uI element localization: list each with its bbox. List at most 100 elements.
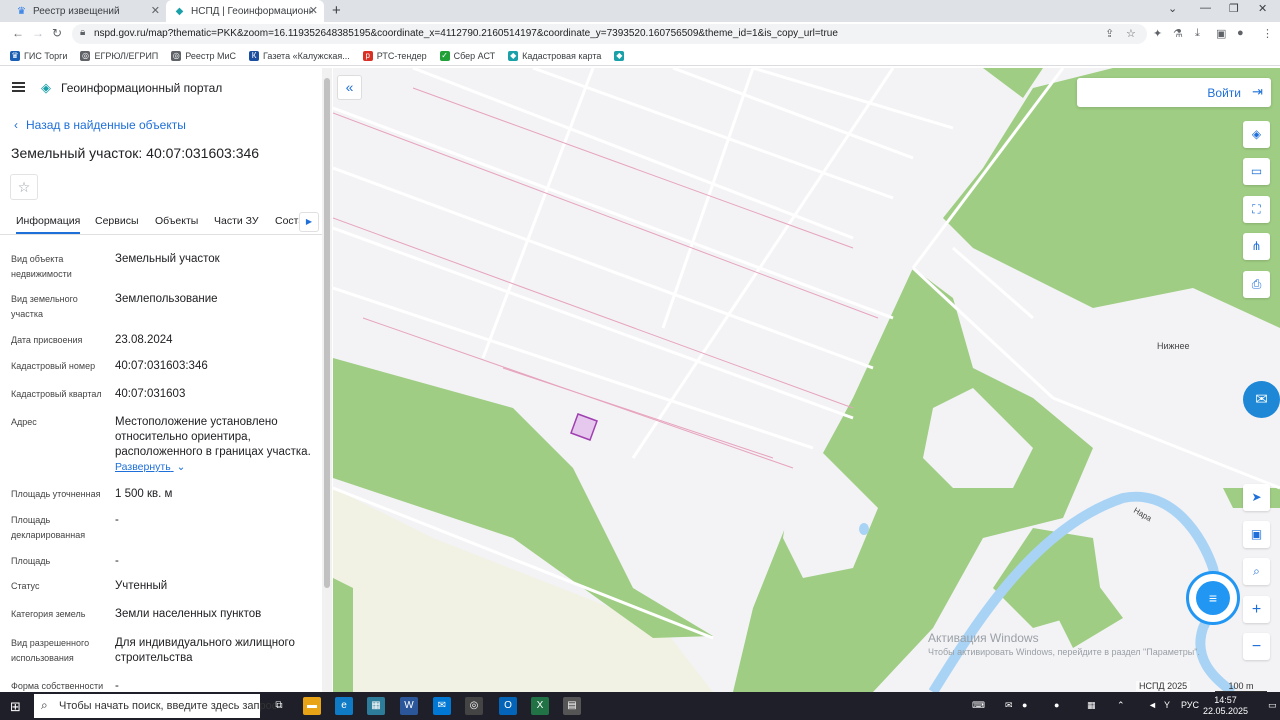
new-tab-icon[interactable]: + bbox=[332, 2, 341, 19]
bookmark-item[interactable]: ◎ ЕГРЮЛ/ЕГРИП bbox=[80, 50, 158, 61]
zoom-in-icon[interactable]: + bbox=[1243, 596, 1270, 623]
field-label: Категория земель bbox=[11, 609, 86, 619]
layers-icon[interactable]: ◈ bbox=[1243, 121, 1270, 148]
bookmark-star-icon[interactable]: ☆ bbox=[1126, 27, 1136, 40]
bookmark-label: РТС-тендер bbox=[376, 50, 427, 61]
edge-icon[interactable]: e bbox=[335, 697, 353, 715]
share-icon[interactable]: ⋔ bbox=[1243, 233, 1270, 260]
browser-tab-2[interactable]: ◆ НСПД | Геоинформационный п ✕ bbox=[166, 0, 324, 22]
clock-date: 22.05.2025 bbox=[1203, 706, 1249, 716]
address-bar[interactable]: 🔒︎ nspd.gov.ru/map?thematic=PKK&zoom=16.… bbox=[72, 24, 1147, 44]
outlook-icon[interactable]: O bbox=[499, 697, 517, 715]
back-link-label: Назад в найденные объекты bbox=[26, 118, 186, 132]
chat-button[interactable]: ≡ bbox=[1186, 571, 1240, 625]
word-icon[interactable]: W bbox=[400, 697, 418, 715]
chevron-left-icon: ‹ bbox=[14, 118, 18, 132]
download-icon[interactable]: ⤓ bbox=[1195, 27, 1200, 40]
village-label: Нижнее bbox=[1157, 341, 1190, 351]
login-button[interactable]: Войти ⇥ bbox=[1077, 78, 1271, 107]
expand-link[interactable]: Развернуть ⌄ bbox=[115, 460, 315, 475]
mail-tray-icon[interactable]: ✉ bbox=[1005, 700, 1013, 711]
bookmark-item[interactable]: ◆ bbox=[614, 50, 628, 61]
update-icon[interactable]: ● bbox=[1054, 700, 1059, 710]
profile-icon[interactable]: ● bbox=[1237, 27, 1244, 39]
chevron-up-icon[interactable]: ⌃ bbox=[1117, 700, 1125, 711]
close-window-icon[interactable]: ✕ bbox=[1258, 2, 1267, 15]
taskbar-search-placeholder: Чтобы начать поиск, введите здесь запрос bbox=[59, 700, 278, 712]
favorite-star-icon[interactable]: ☆ bbox=[10, 174, 38, 200]
tab-services[interactable]: Сервисы bbox=[95, 215, 139, 227]
globe-icon: ◎ bbox=[80, 50, 91, 61]
scrollbar-thumb[interactable] bbox=[324, 78, 330, 588]
taskbar-clock[interactable]: 14:57 22.05.2025 bbox=[1203, 695, 1248, 717]
collapse-panel-button[interactable]: « bbox=[337, 75, 362, 100]
bookmark-item[interactable]: ✓ Сбер АСТ bbox=[439, 50, 496, 61]
bookmark-label: Сбер АСТ bbox=[453, 50, 496, 61]
network-tray-icon[interactable]: ▦ bbox=[1087, 700, 1096, 711]
calculator-icon[interactable]: ▤ bbox=[563, 697, 581, 715]
keyboard-icon[interactable]: ⌨ bbox=[972, 700, 985, 711]
taskbar-search[interactable]: ⌕ Чтобы начать поиск, введите здесь запр… bbox=[34, 694, 277, 718]
share-icon[interactable]: ⇪ bbox=[1105, 27, 1114, 40]
bookmark-label: Реестр МиС bbox=[185, 50, 237, 61]
bookmark-item[interactable]: р РТС-тендер bbox=[362, 50, 427, 61]
side-panel-icon[interactable]: ▣ bbox=[1216, 27, 1226, 40]
map-canvas[interactable]: Нижнее Нара bbox=[333, 68, 1280, 692]
menu-dots-icon[interactable]: ⋮ bbox=[1262, 27, 1273, 40]
search-icon: ⌕ bbox=[41, 698, 48, 712]
yandex-icon[interactable]: Y bbox=[1164, 700, 1170, 710]
close-icon[interactable]: ✕ bbox=[309, 4, 318, 17]
file-explorer-icon[interactable]: ▬ bbox=[303, 697, 321, 715]
panel-scrollbar[interactable] bbox=[322, 68, 332, 692]
puzzle-icon[interactable]: ✦ bbox=[1153, 27, 1162, 40]
bookmark-item[interactable]: К Газета «Калужская... bbox=[249, 50, 350, 61]
security-icon[interactable]: ● bbox=[1022, 700, 1027, 710]
forward-arrow-icon[interactable]: → bbox=[32, 26, 44, 40]
mail-icon[interactable]: ✉ bbox=[433, 697, 451, 715]
address-value: Местоположение установлено относительно … bbox=[115, 416, 311, 458]
store-icon[interactable]: ▦ bbox=[367, 697, 385, 715]
search-place-icon[interactable]: ⌕ bbox=[1243, 558, 1270, 585]
minimize-icon[interactable]: — bbox=[1200, 2, 1211, 14]
chrome-icon[interactable]: ◎ bbox=[465, 697, 483, 715]
activation-title: Активация Windows bbox=[928, 631, 1039, 645]
hamburger-menu-icon[interactable] bbox=[12, 82, 25, 92]
field-label: Адрес bbox=[11, 417, 37, 427]
tabs-scroll-right-icon[interactable]: ▶ bbox=[299, 212, 319, 232]
excel-icon[interactable]: X bbox=[531, 697, 549, 715]
ruler-icon[interactable]: ▭ bbox=[1243, 158, 1270, 185]
locate-icon[interactable]: ➤ bbox=[1243, 484, 1270, 511]
select-area-icon[interactable]: ⛶ bbox=[1243, 196, 1270, 223]
flask-icon[interactable]: ⚗ bbox=[1173, 27, 1183, 40]
tab-objects[interactable]: Объекты bbox=[155, 215, 198, 227]
notifications-icon[interactable]: ▭ bbox=[1268, 700, 1277, 711]
portal-title: Геоинформационный портал bbox=[61, 81, 223, 95]
task-view-icon[interactable]: ⧉ bbox=[270, 697, 288, 715]
reload-icon[interactable]: ↻ bbox=[52, 26, 62, 40]
bookmark-item[interactable]: ◆ Кадастровая карта bbox=[508, 50, 602, 61]
back-arrow-icon[interactable]: ← bbox=[12, 26, 24, 40]
field-value: 40:07:031603 bbox=[115, 388, 186, 400]
restore-icon[interactable]: ❐ bbox=[1229, 2, 1239, 15]
tab-information[interactable]: Информация bbox=[16, 215, 81, 234]
tab-parts[interactable]: Части ЗУ bbox=[214, 215, 259, 227]
close-icon[interactable]: ✕ bbox=[151, 4, 160, 17]
field-value: 1 500 кв. м bbox=[115, 488, 173, 500]
minimap-icon[interactable]: ▣ bbox=[1243, 521, 1270, 548]
field-label: Площадь уточненная bbox=[11, 489, 101, 499]
support-icon[interactable]: ✉ bbox=[1243, 381, 1280, 418]
object-title: Земельный участок: 40:07:031603:346 bbox=[11, 145, 260, 161]
volume-icon[interactable]: ◄ bbox=[1148, 700, 1157, 710]
windows-start-icon[interactable]: ⊞ bbox=[10, 699, 21, 715]
back-to-results-link[interactable]: ‹ Назад в найденные объекты bbox=[14, 118, 186, 132]
lock-icon[interactable]: 🔒︎ bbox=[80, 27, 85, 38]
bookmark-item[interactable]: ♛ ГИС Торги bbox=[10, 50, 67, 61]
language-indicator[interactable]: РУС bbox=[1181, 700, 1199, 710]
zoom-out-icon[interactable]: − bbox=[1243, 633, 1270, 660]
selected-parcel[interactable] bbox=[570, 413, 598, 441]
bookmark-item[interactable]: ◎ Реестр МиС bbox=[171, 50, 237, 61]
chevron-down-icon[interactable]: ⌄ bbox=[1168, 2, 1177, 15]
browser-tab-1[interactable]: ♛ Реестр извещений ✕ bbox=[8, 0, 166, 22]
bookmark-label: Кадастровая карта bbox=[522, 50, 602, 61]
print-icon[interactable]: ⎙ bbox=[1243, 271, 1270, 298]
